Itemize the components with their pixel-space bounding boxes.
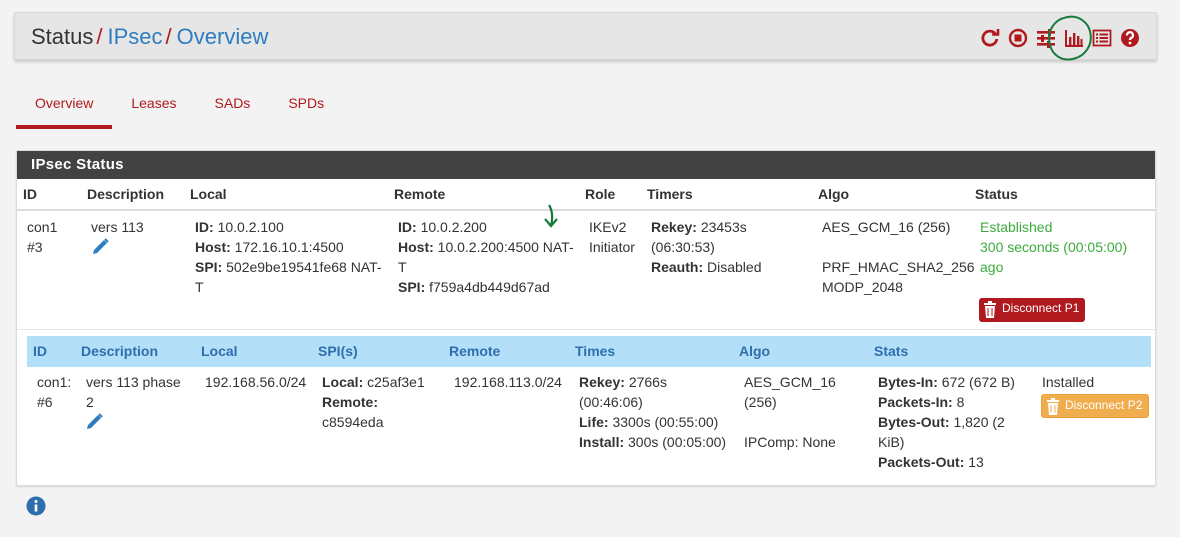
breadcrumb: Status / IPsec / Overview bbox=[31, 24, 268, 50]
settings-sliders-icon[interactable] bbox=[1035, 27, 1056, 48]
p1-row: con1 #3 vers 113 ID: 10.0.2.100 Host: 172… bbox=[17, 204, 1155, 330]
p1-local: ID: 10.0.2.100 Host: 172.16.10.1:4500 SP… bbox=[195, 219, 382, 295]
ipsec-status-panel: IPsec Status ID Description Local Remote… bbox=[16, 150, 1156, 486]
p1-timers: Rekey: 23453s (06:30:53) Reauth: Disable… bbox=[651, 219, 762, 275]
p1-role: IKEv2 Initiator bbox=[589, 219, 635, 255]
refresh-icon[interactable] bbox=[979, 27, 1000, 48]
panel-title: IPsec Status bbox=[17, 151, 1155, 179]
p2-column-header-description: Description bbox=[81, 343, 159, 359]
p2-column-header-times: Times bbox=[575, 343, 616, 359]
breadcrumb-status: Status bbox=[31, 24, 94, 49]
p1-remote: ID: 10.0.2.200 Host: 10.0.2.200:4500 NAT… bbox=[398, 219, 574, 295]
toolbar-icons bbox=[979, 27, 1140, 48]
edit-pencil-icon[interactable] bbox=[85, 413, 105, 431]
p2-status: Installed bbox=[1042, 374, 1095, 390]
column-header-status: Status bbox=[975, 186, 1018, 202]
p2-column-header-id: ID bbox=[33, 343, 47, 359]
p1-algo: AES_GCM_16 (256) PRF_HMAC_SHA2_256 MODP_… bbox=[822, 219, 975, 295]
column-header-algo: Algo bbox=[818, 186, 850, 202]
p2-column-header-stats: Stats bbox=[874, 343, 909, 359]
list-log-icon[interactable] bbox=[1091, 27, 1112, 48]
tab-overview[interactable]: Overview bbox=[16, 88, 113, 129]
trash-icon bbox=[1047, 398, 1059, 415]
p1-description: vers 113 bbox=[91, 219, 144, 235]
disconnect-p2-label: Disconnect P2 bbox=[1065, 398, 1143, 412]
annotation-arrow bbox=[544, 204, 558, 228]
p2-id: con1: #6 bbox=[37, 374, 72, 410]
disconnect-p1-label: Disconnect P1 bbox=[1002, 301, 1080, 315]
p1-id: con1 #3 bbox=[27, 219, 58, 255]
p2-remote: 192.168.113.0/24 bbox=[454, 374, 562, 390]
column-header-timers: Timers bbox=[647, 186, 693, 202]
tab-spds[interactable]: SPDs bbox=[269, 88, 343, 129]
bar-chart-icon[interactable] bbox=[1063, 27, 1084, 48]
breadcrumb-ipsec-link[interactable]: IPsec bbox=[108, 24, 163, 49]
p2-header-row: ID Description Local SPI(s) Remote Times… bbox=[27, 336, 1151, 367]
disconnect-p1-button[interactable]: Disconnect P1 bbox=[979, 298, 1086, 322]
p2-column-header-remote: Remote bbox=[449, 343, 501, 359]
help-icon[interactable] bbox=[1119, 27, 1140, 48]
breadcrumb-bar: Status / IPsec / Overview bbox=[14, 12, 1157, 60]
p2-column-header-algo: Algo bbox=[739, 343, 771, 359]
breadcrumb-separator: / bbox=[165, 24, 172, 49]
tab-leases[interactable]: Leases bbox=[112, 88, 195, 129]
column-header-id: ID bbox=[23, 186, 37, 202]
tab-bar: Overview Leases SADs SPDs bbox=[16, 88, 343, 129]
p1-header-row: ID Description Local Remote Role Timers … bbox=[17, 179, 1155, 211]
p2-times: Rekey: 2766s (00:46:06) Life: 3300s (00:… bbox=[579, 374, 727, 450]
column-header-remote: Remote bbox=[394, 186, 446, 202]
p1-status: Established 300 seconds (00:05:00) ago bbox=[980, 219, 1128, 275]
column-header-description: Description bbox=[87, 186, 165, 202]
column-header-role: Role bbox=[585, 186, 616, 202]
p2-column-header-spis: SPI(s) bbox=[318, 343, 358, 359]
p2-column-header-local: Local bbox=[201, 343, 238, 359]
breadcrumb-overview-link[interactable]: Overview bbox=[177, 24, 269, 49]
trash-icon bbox=[984, 301, 996, 318]
p2-local: 192.168.56.0/24 bbox=[205, 374, 307, 390]
column-header-local: Local bbox=[190, 186, 227, 202]
p2-spis: Local: c25af3e1 Remote: c8594eda bbox=[322, 374, 425, 430]
info-icon[interactable] bbox=[26, 496, 46, 516]
tab-sads[interactable]: SADs bbox=[196, 88, 270, 129]
breadcrumb-separator: / bbox=[96, 24, 103, 49]
p2-algo: AES_GCM_16 (256) IPComp: None bbox=[744, 374, 836, 450]
p2-description: vers 113 phase 2 bbox=[86, 374, 181, 410]
stop-icon[interactable] bbox=[1007, 27, 1028, 48]
edit-pencil-icon[interactable] bbox=[91, 238, 111, 256]
disconnect-p2-button[interactable]: Disconnect P2 bbox=[1041, 394, 1150, 418]
p2-stats: Bytes-In: 672 (672 B) Packets-In: 8 Byte… bbox=[878, 374, 1015, 470]
